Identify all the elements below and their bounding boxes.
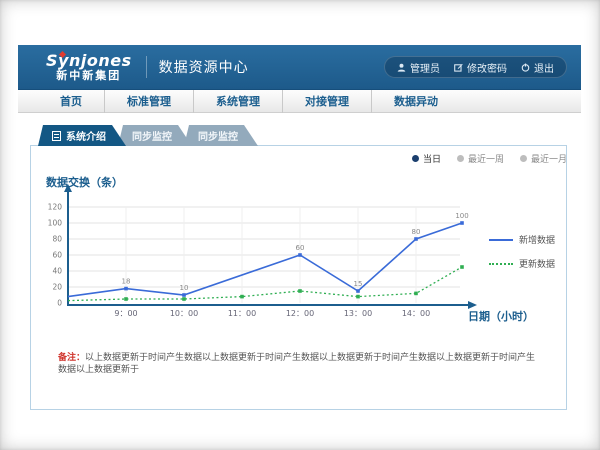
tab-sync-monitor-1-label: 同步监控 [132, 128, 172, 143]
range-option-today-label: 当日 [423, 152, 441, 165]
svg-text:60: 60 [296, 244, 305, 252]
radio-unselected-icon [520, 155, 527, 162]
svg-text:60: 60 [52, 251, 62, 260]
svg-text:80: 80 [52, 235, 62, 244]
line-chart: 0 20 40 60 80 100 120 9：00 10：00 11：00 12：00 13：00 1… [0, 0, 600, 450]
y-axis-label: 数据交换（条） [46, 174, 123, 190]
svg-text:10: 10 [180, 284, 189, 292]
svg-text:11：00: 11：00 [228, 309, 256, 318]
svg-text:20: 20 [52, 283, 62, 292]
tab-sync-monitor-1[interactable]: 同步监控 [118, 125, 192, 146]
radio-selected-icon [412, 155, 419, 162]
tab-bar: 系统介绍 同步监控 同步监控 [38, 125, 250, 146]
tab-system-intro[interactable]: 系统介绍 [38, 125, 126, 146]
document-icon [52, 131, 61, 141]
footnote: 备注：以上数据更新于时间产生数据以上数据更新于时间产生数据以上数据更新于时间产生… [58, 352, 540, 376]
radio-unselected-icon [457, 155, 464, 162]
range-option-last-week[interactable]: 最近一周 [457, 152, 504, 165]
svg-text:9：00: 9：00 [114, 309, 137, 318]
chart-legend: 新增数据 更新数据 [489, 233, 555, 270]
range-option-last-month[interactable]: 最近一月 [520, 152, 567, 165]
svg-text:100: 100 [48, 219, 63, 228]
svg-text:80: 80 [412, 228, 421, 236]
tab-sync-monitor-2[interactable]: 同步监控 [184, 125, 258, 146]
legend-entry-new-data-label: 新增数据 [519, 233, 555, 246]
range-option-last-week-label: 最近一周 [468, 152, 504, 165]
range-option-today[interactable]: 当日 [412, 152, 441, 165]
svg-text:15: 15 [354, 280, 363, 288]
footnote-prefix: 备注： [58, 353, 85, 363]
legend-entry-new-data: 新增数据 [489, 233, 555, 246]
svg-text:40: 40 [52, 267, 62, 276]
svg-text:100: 100 [455, 212, 468, 220]
legend-entry-update-data: 更新数据 [489, 257, 555, 270]
range-option-last-month-label: 最近一月 [531, 152, 567, 165]
svg-text:13：00: 13：00 [344, 309, 372, 318]
tab-system-intro-label: 系统介绍 [66, 128, 106, 143]
tab-sync-monitor-2-label: 同步监控 [198, 128, 238, 143]
svg-text:14：00: 14：00 [402, 309, 430, 318]
legend-entry-update-data-label: 更新数据 [519, 257, 555, 270]
svg-text:0: 0 [57, 299, 62, 308]
range-filter-group: 当日 最近一周 最近一月 [412, 152, 567, 165]
svg-text:120: 120 [48, 203, 63, 212]
svg-text:12：00: 12：00 [286, 309, 314, 318]
legend-line-dotted-icon [489, 263, 513, 265]
svg-text:10：00: 10：00 [170, 309, 198, 318]
svg-text:18: 18 [122, 278, 131, 286]
x-axis-label: 日期（小时） [468, 308, 534, 324]
footnote-text: 以上数据更新于时间产生数据以上数据更新于时间产生数据以上数据更新于时间产生数据以… [58, 353, 535, 375]
legend-line-solid-icon [489, 239, 513, 241]
